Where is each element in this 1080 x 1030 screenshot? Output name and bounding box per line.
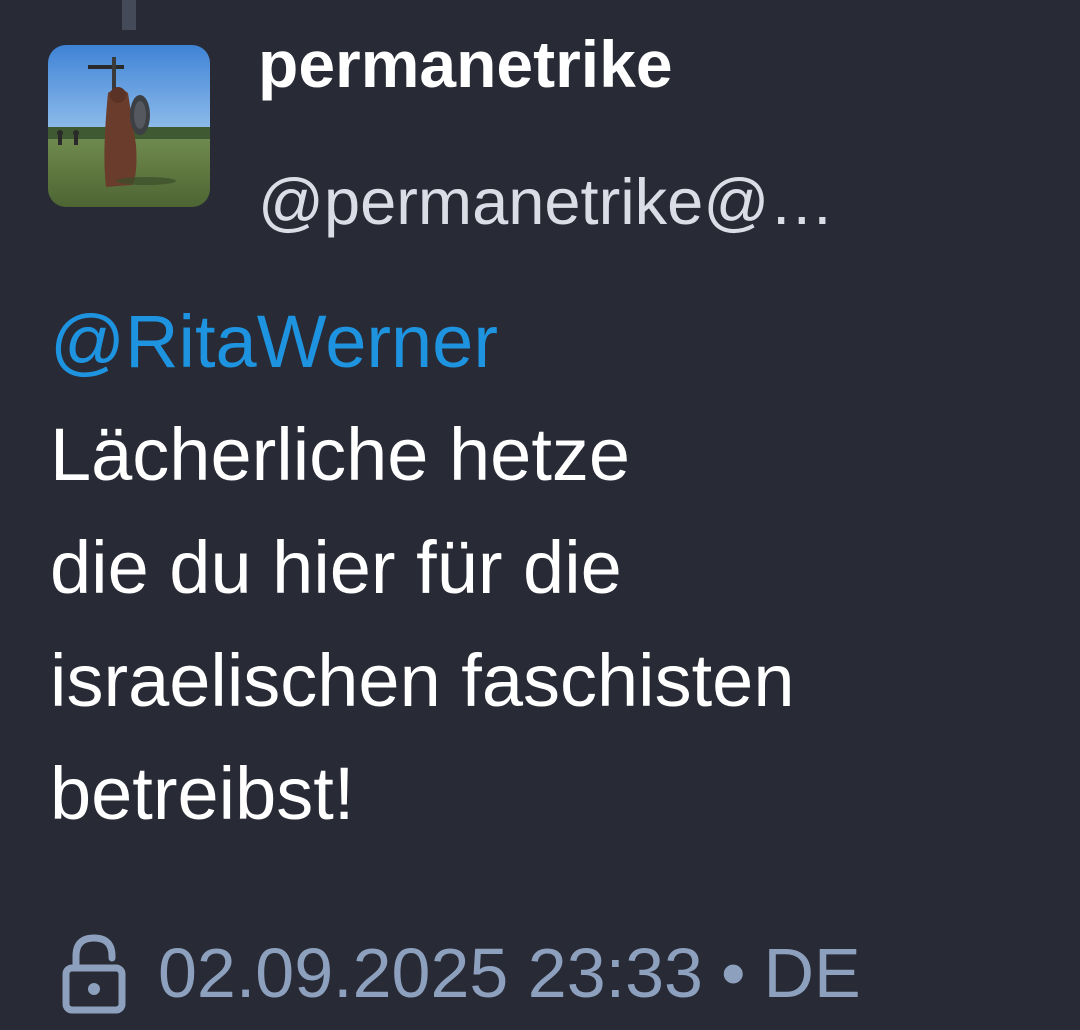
- post-meta: 02.09.2025 23:33 • DE: [58, 925, 861, 1020]
- post-body: @RitaWerner Lächerliche hetze die du hie…: [50, 285, 1060, 850]
- lock-open-icon: [58, 932, 130, 1014]
- meta-separator: •: [720, 933, 746, 1012]
- display-name[interactable]: permanetrike: [258, 24, 673, 104]
- post-timestamp[interactable]: 02.09.2025 23:33: [158, 933, 703, 1013]
- post-text-line: die du hier für die: [50, 526, 622, 609]
- post-text-line: Lächerliche hetze: [50, 413, 631, 496]
- avatar-image: [48, 45, 210, 207]
- thread-connector-line: [122, 0, 136, 30]
- mention-link[interactable]: @RitaWerner: [50, 285, 1060, 398]
- post-language: DE: [763, 933, 861, 1012]
- post-text-line: israelischen faschisten: [50, 639, 795, 722]
- user-handle[interactable]: @permanetrike@…: [258, 162, 993, 242]
- post-text-line: betreibst!: [50, 752, 355, 835]
- avatar[interactable]: [48, 45, 210, 207]
